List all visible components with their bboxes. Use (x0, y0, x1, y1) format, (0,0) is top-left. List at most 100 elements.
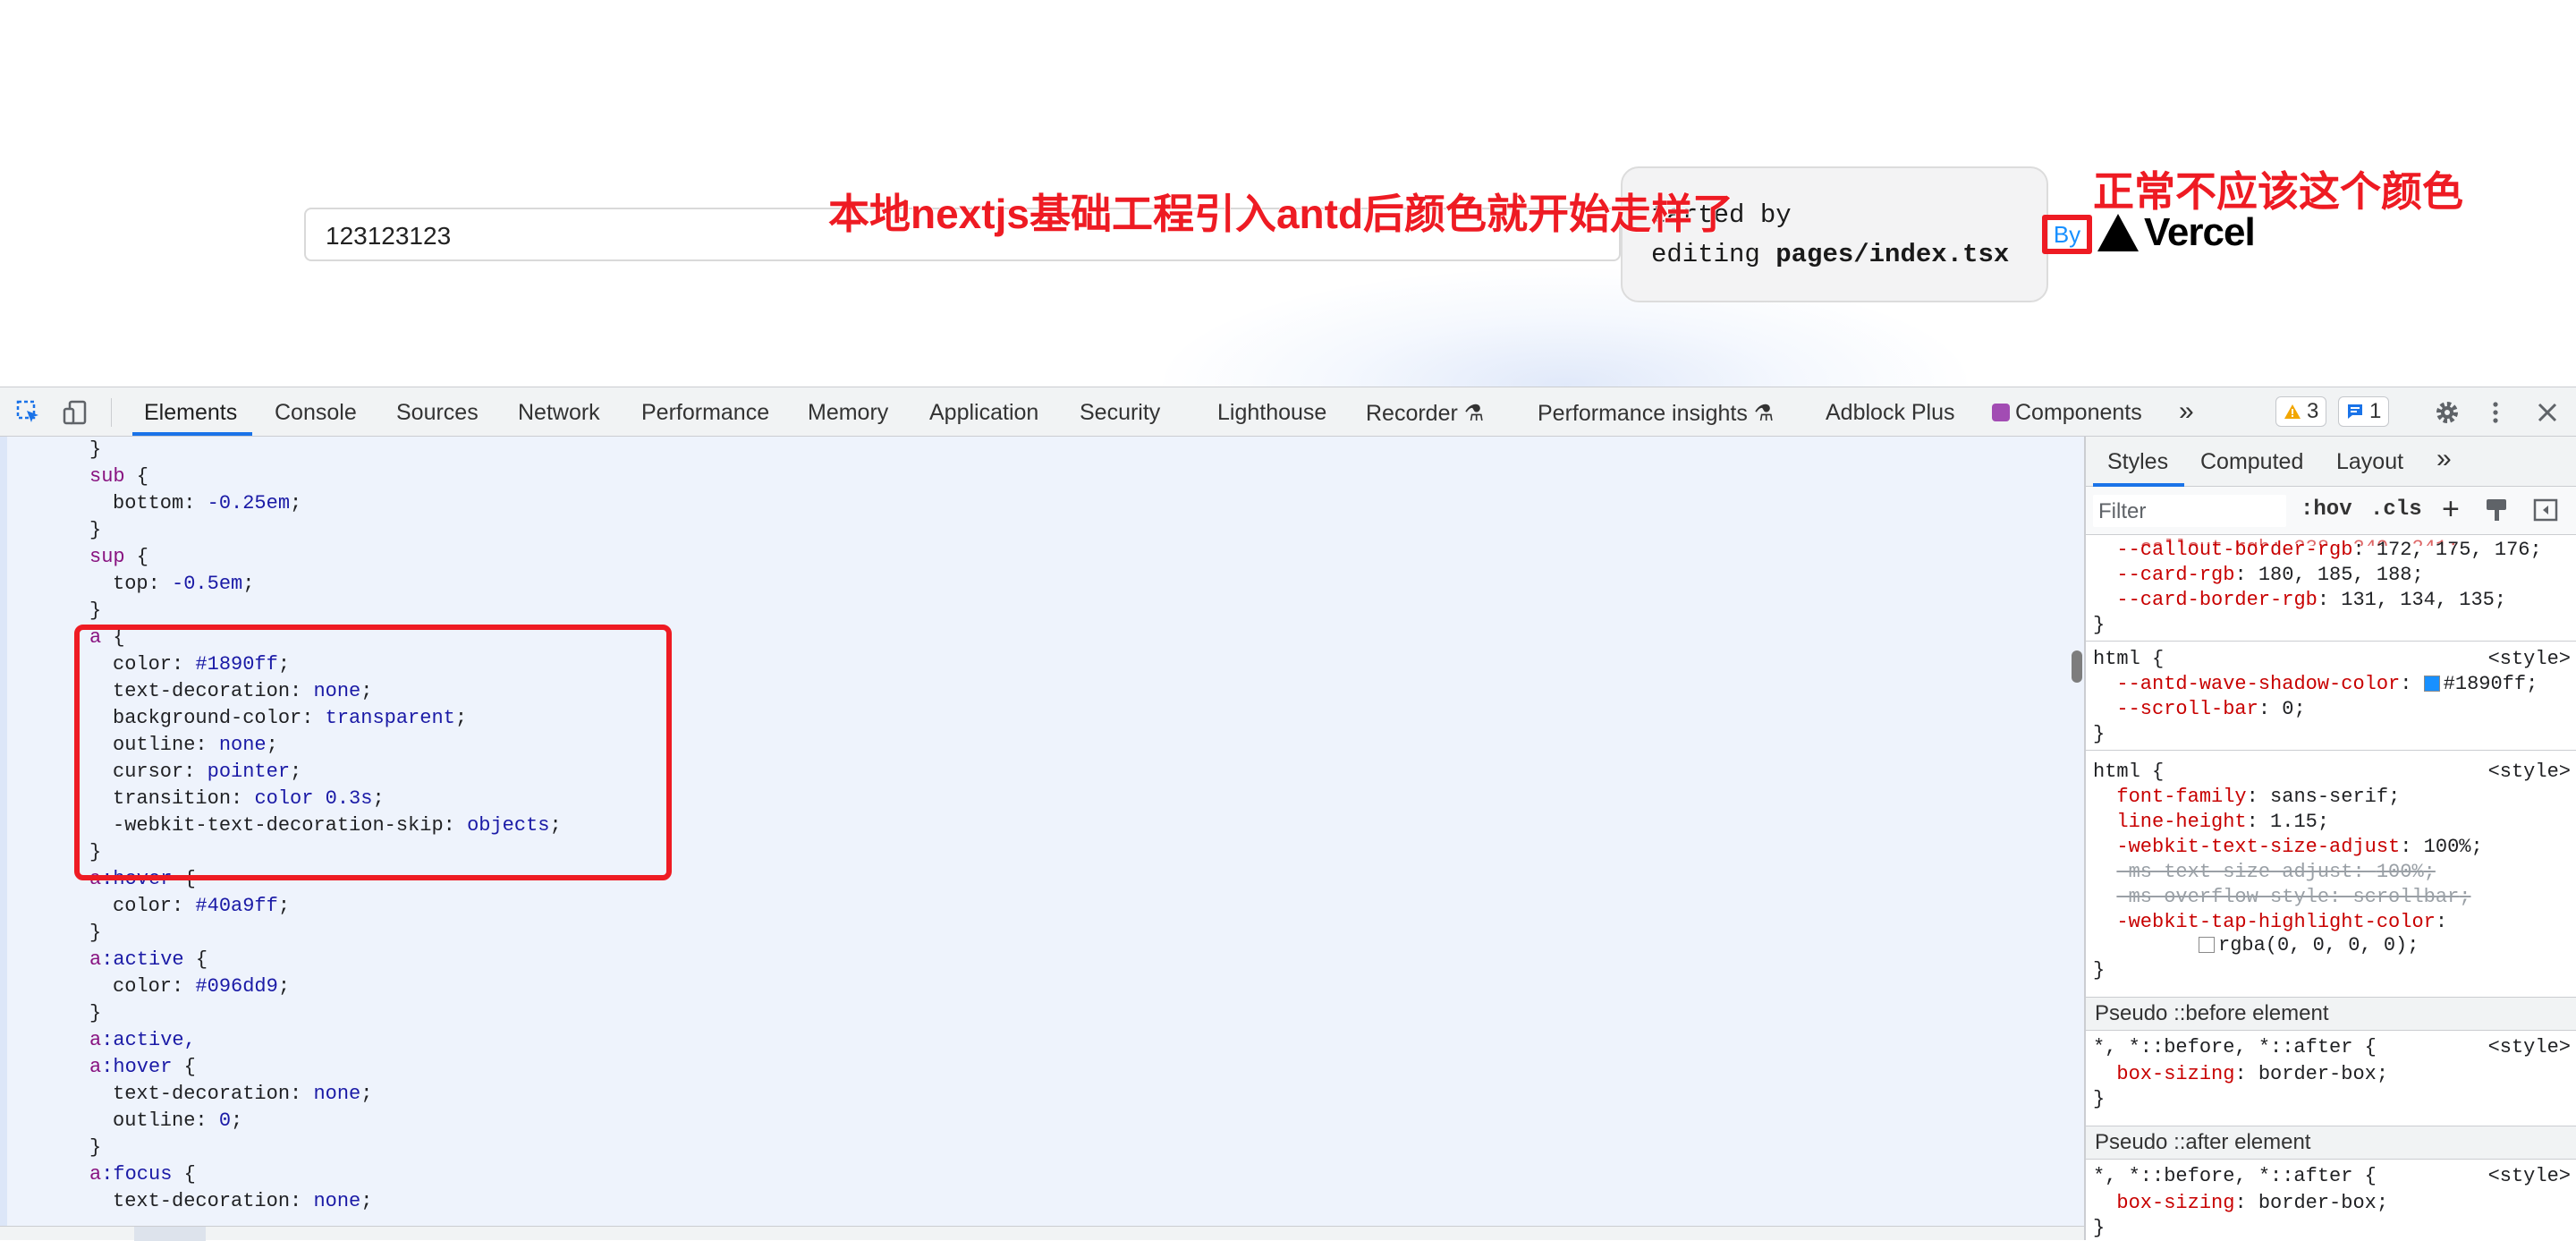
tab-computed[interactable]: Computed (2200, 449, 2303, 475)
tab-application[interactable]: Application (929, 400, 1038, 426)
rule-html-1: html { (2093, 648, 2165, 670)
struck-declaration: -ms-overflow-style: scrollbar; (2116, 886, 2471, 908)
cls-toggle[interactable]: .cls (2370, 497, 2422, 522)
code-brace: } (2093, 614, 2106, 636)
tab-adblock-plus[interactable]: Adblock Plus (1826, 400, 1955, 426)
struck-declaration: -ms-text-size-adjust: 100%; (2116, 861, 2436, 883)
by-link[interactable]: By (2042, 215, 2092, 254)
decl-antd-wave-shadow-color: --antd-wave-shadow-color: #1890ff; (2116, 673, 2538, 695)
hov-toggle[interactable]: :hov (2301, 497, 2352, 522)
tab-elements[interactable]: Elements (144, 400, 237, 426)
messages-count: 1 (2369, 399, 2382, 423)
toggle-sidebar-icon[interactable] (2533, 497, 2558, 528)
property: text-decoration (113, 1190, 291, 1212)
property: --card-rgb (2116, 564, 2235, 586)
color-swatch[interactable] (2423, 676, 2440, 693)
messages-badge[interactable]: 1 (2338, 396, 2390, 427)
property: top (113, 573, 148, 595)
selector: *, *::before, *::after { (2093, 1165, 2377, 1187)
decl-callout-border-rgb: --callout-border-rgb: 172, 175, 176; (2116, 539, 2542, 561)
decl-ms-overflow-style: -ms-overflow-style: scrollbar; (2093, 886, 2470, 908)
tab-memory[interactable]: Memory (808, 400, 888, 426)
styles-filter-bar: Filter :hov .cls + (2086, 487, 2576, 535)
code-brace: } (89, 1002, 102, 1024)
tab-performance-insights[interactable]: Performance insights ⚗ (1538, 400, 1774, 427)
value: 100% (2376, 861, 2424, 883)
decl-card-border-rgb: --card-border-rgb: 131, 134, 135; (2116, 589, 2507, 611)
style-source-link[interactable]: <style> (2488, 648, 2571, 670)
tab-network[interactable]: Network (518, 400, 600, 426)
devtools-tab-bar: Elements Console Sources Network Perform… (0, 387, 2576, 437)
selector: sub (89, 465, 125, 488)
warnings-badge[interactable]: 3 (2275, 396, 2327, 427)
inspect-element-icon[interactable] (14, 398, 43, 427)
tab-layout[interactable]: Layout (2336, 449, 2403, 475)
code-brace: } (2093, 1217, 2106, 1239)
value: none (313, 1083, 361, 1105)
code-brace: } (89, 1136, 102, 1159)
code-brace: } (89, 922, 102, 944)
tab-security[interactable]: Security (1080, 400, 1160, 426)
gutter (0, 437, 7, 1226)
device-toolbar-icon[interactable] (61, 398, 89, 427)
property: box-sizing (2116, 1063, 2235, 1085)
value: scrollbar (2352, 886, 2460, 908)
style-source-link[interactable]: <style> (2488, 761, 2571, 783)
selector: a (89, 948, 102, 971)
new-rule-icon[interactable]: + (2442, 492, 2460, 527)
card-prefix: editing (1651, 240, 1776, 269)
breadcrumb-active[interactable] (134, 1227, 206, 1241)
pseudo-class: :hover (101, 1056, 173, 1078)
paint-brush-icon[interactable] (2485, 497, 2508, 528)
value: 0 (2282, 698, 2294, 720)
value: 1.15 (2270, 811, 2318, 833)
toolbar-separator (111, 398, 112, 427)
tab-console[interactable]: Console (275, 400, 357, 426)
more-options-icon[interactable] (2481, 398, 2510, 427)
decl-box-sizing: box-sizing: border-box; (2116, 1063, 2389, 1085)
decl-focus-text-decoration: text-decoration: none; (113, 1190, 373, 1212)
color-swatch[interactable] (2199, 937, 2215, 954)
style-source-link[interactable]: <style> (2488, 1165, 2571, 1187)
message-icon (2348, 404, 2362, 419)
value: #1890ff (2443, 673, 2527, 695)
breadcrumb-bar (0, 1226, 2084, 1241)
property: color (113, 895, 173, 917)
value: 0 (218, 1109, 232, 1132)
decl-tap-highlight-value: rgba(0, 0, 0, 0); (2199, 934, 2419, 956)
tab-lighthouse[interactable]: Lighthouse (1217, 400, 1326, 426)
property: outline (113, 1109, 196, 1132)
code-text: } (89, 438, 102, 461)
tab-components[interactable]: Components (1992, 400, 2142, 426)
rule-sup: sup { (89, 546, 149, 568)
settings-icon[interactable] (2433, 398, 2462, 427)
more-tabs-icon[interactable]: » (2179, 396, 2194, 427)
decl-webkit-text-size-adjust: -webkit-text-size-adjust: 100%; (2116, 836, 2483, 858)
styles-pane: Styles Computed Layout » Filter :hov .cl… (2084, 437, 2576, 1240)
more-tabs-icon[interactable]: » (2436, 444, 2452, 474)
property: --callout-border-rgb (2116, 539, 2353, 561)
selector: sup (89, 546, 125, 568)
property: -webkit-text-size-adjust (2116, 836, 2401, 858)
value: sans-serif (2270, 786, 2389, 808)
rule-a-focus: a:focus { (89, 1163, 196, 1186)
rule-universal-after: *, *::before, *::after { (2093, 1165, 2377, 1187)
property: font-family (2116, 786, 2247, 808)
property: --card-border-rgb (2116, 589, 2318, 611)
elements-scrollbar[interactable] (2072, 650, 2082, 683)
tab-styles[interactable]: Styles (2107, 449, 2168, 475)
value: #40a9ff (195, 895, 278, 917)
tab-performance[interactable]: Performance (641, 400, 769, 426)
value: -0.5em (172, 573, 243, 595)
close-icon[interactable] (2533, 398, 2562, 427)
tab-components-label: Components (2015, 400, 2142, 425)
value: 180, 185, 188 (2258, 564, 2412, 586)
property: line-height (2116, 811, 2247, 833)
style-source-link[interactable]: <style> (2488, 1036, 2571, 1058)
rule-universal-before: *, *::before, *::after { (2093, 1036, 2377, 1058)
tab-sources[interactable]: Sources (396, 400, 479, 426)
selector: a (89, 1056, 102, 1078)
tab-recorder[interactable]: Recorder ⚗ (1366, 400, 1484, 427)
flask-icon: ⚗ (1753, 401, 1775, 426)
decl-box-sizing: box-sizing: border-box; (2116, 1192, 2389, 1214)
